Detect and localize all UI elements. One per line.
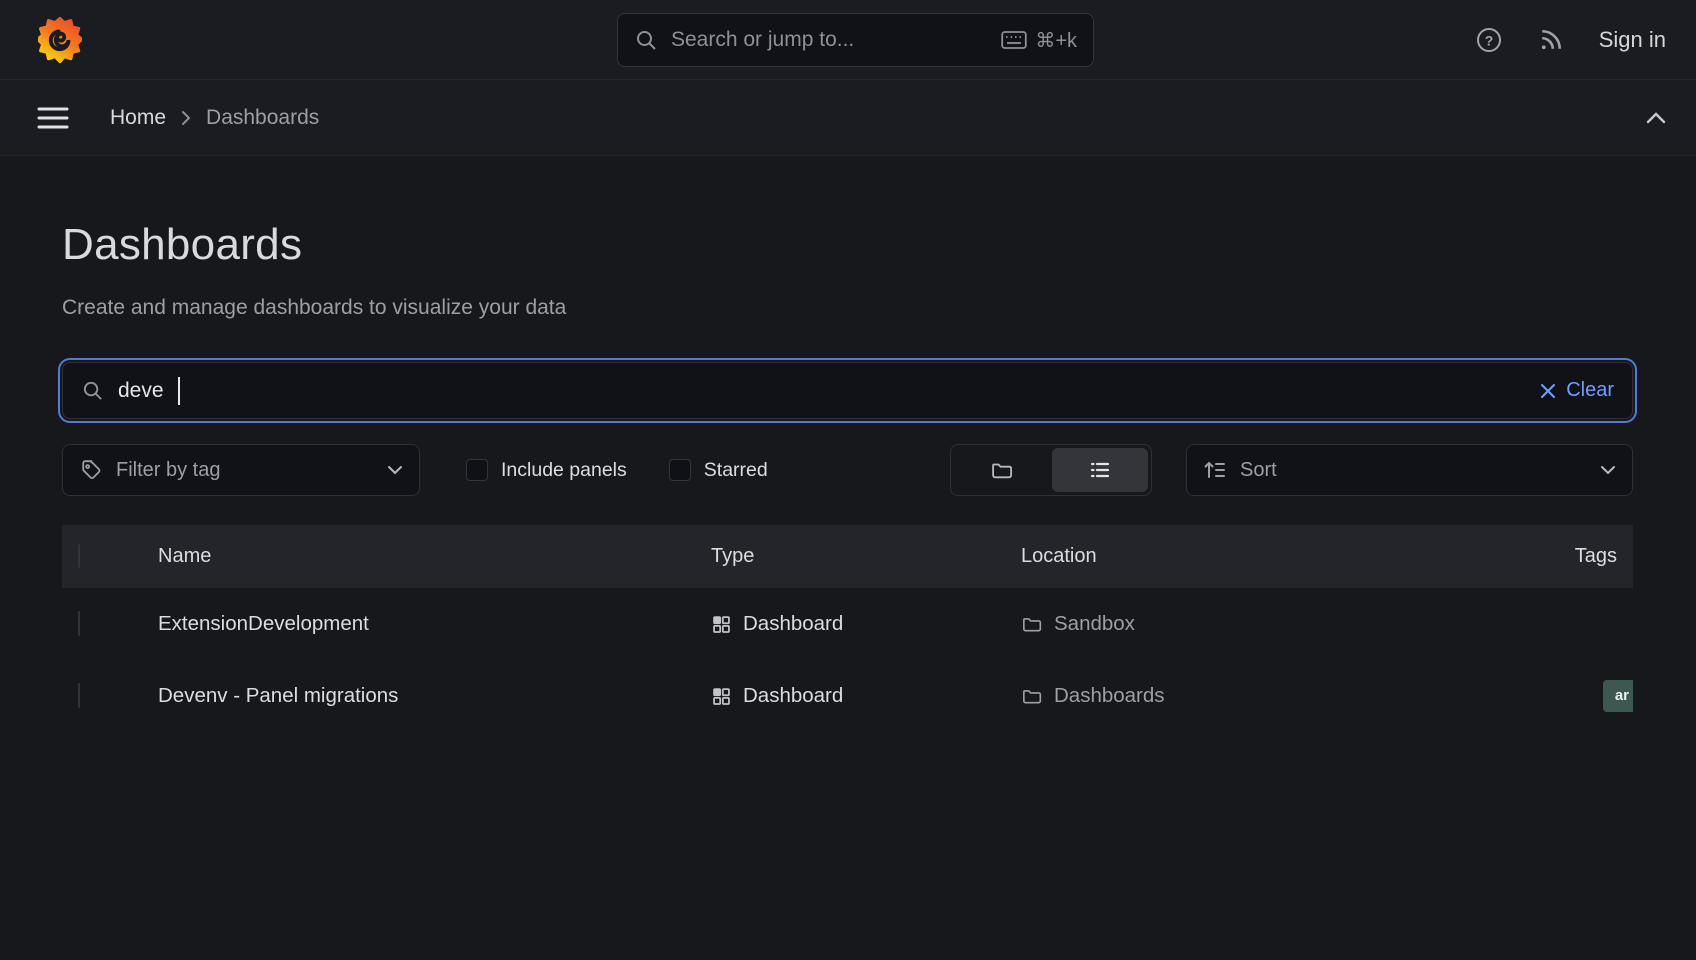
top-nav-right: ? Sign in [1475, 26, 1666, 54]
header-tags[interactable]: Tags [1575, 545, 1633, 568]
location-label: Sandbox [1054, 612, 1135, 636]
clear-label: Clear [1566, 379, 1614, 402]
chevron-down-icon [387, 465, 403, 475]
tags-cell: ar [1603, 680, 1633, 712]
breadcrumb: Home Dashboards [110, 106, 319, 130]
menu-icon[interactable] [36, 105, 70, 131]
dashboard-grid-icon [711, 686, 732, 707]
list-view-button[interactable] [1052, 448, 1148, 492]
dashboard-search-input[interactable]: deve Clear [62, 362, 1633, 419]
header-type[interactable]: Type [711, 545, 1021, 568]
search-icon [634, 28, 658, 52]
search-shortcut: ⌘+k [1001, 28, 1077, 53]
global-search-placeholder: Search or jump to... [671, 28, 988, 52]
list-icon [1088, 458, 1112, 482]
breadcrumb-home[interactable]: Home [110, 106, 166, 130]
location-link[interactable]: Dashboards [1021, 684, 1603, 708]
sign-in-button[interactable]: Sign in [1599, 27, 1666, 53]
tag-filter-label: Filter by tag [116, 459, 220, 482]
filter-by-tag-select[interactable]: Filter by tag [62, 444, 420, 496]
include-panels-checkbox[interactable] [466, 459, 488, 481]
table-row[interactable]: Devenv - Panel migrations Dashboard [62, 660, 1633, 732]
layout-toggle [950, 444, 1152, 496]
sort-label: Sort [1240, 459, 1277, 482]
row-checkbox[interactable] [78, 611, 80, 636]
chevron-down-icon [1600, 465, 1616, 475]
include-panels-checkbox-group[interactable]: Include panels [466, 459, 627, 482]
dashboard-grid-icon [711, 614, 732, 635]
starred-checkbox-group[interactable]: Starred [669, 459, 768, 482]
main-content: Dashboards Create and manage dashboards … [0, 156, 1696, 732]
dashboards-table: Name Type Location Tags ExtensionDevelop… [62, 525, 1633, 732]
search-icon [81, 379, 104, 402]
shortcut-label: ⌘+k [1035, 28, 1077, 53]
tag-badge[interactable]: ar [1603, 680, 1633, 712]
type-label: Dashboard [743, 684, 843, 708]
folder-view-button[interactable] [954, 448, 1050, 492]
tag-icon [79, 458, 103, 482]
text-cursor [178, 377, 180, 405]
folder-icon [990, 458, 1014, 482]
grafana-logo[interactable] [38, 16, 82, 64]
dashboard-name-link[interactable]: ExtensionDevelopment [158, 612, 711, 636]
news-rss-icon[interactable] [1537, 26, 1565, 54]
svg-text:?: ? [1484, 32, 1493, 48]
include-panels-label: Include panels [501, 459, 627, 482]
folder-icon [1021, 613, 1043, 635]
breadcrumb-bar: Home Dashboards [0, 80, 1696, 156]
page-subtitle: Create and manage dashboards to visualiz… [62, 296, 1633, 320]
header-location[interactable]: Location [1021, 545, 1575, 568]
dashboard-name-link[interactable]: Devenv - Panel migrations [158, 684, 711, 708]
sort-icon [1203, 458, 1227, 482]
folder-icon [1021, 685, 1043, 707]
table-row[interactable]: ExtensionDevelopment Dashboard [62, 588, 1633, 660]
select-all-checkbox[interactable] [78, 544, 80, 568]
starred-label: Starred [704, 459, 768, 482]
global-search-button[interactable]: Search or jump to... ⌘+k [617, 13, 1094, 67]
location-link[interactable]: Sandbox [1021, 612, 1633, 636]
table-header-row: Name Type Location Tags [62, 525, 1633, 588]
row-checkbox[interactable] [78, 683, 80, 708]
sort-select[interactable]: Sort [1186, 444, 1633, 496]
keyboard-icon [1001, 30, 1027, 50]
breadcrumb-current: Dashboards [206, 106, 319, 130]
help-icon[interactable]: ? [1475, 26, 1503, 54]
starred-checkbox[interactable] [669, 459, 691, 481]
top-nav: Search or jump to... ⌘+k ? [0, 0, 1696, 80]
close-icon [1540, 383, 1556, 399]
search-input-value: deve [118, 379, 164, 403]
clear-search-button[interactable]: Clear [1540, 379, 1614, 402]
filter-row: Filter by tag Include panels Starred [62, 444, 1633, 496]
chevron-up-icon[interactable] [1646, 112, 1666, 124]
chevron-right-icon [180, 110, 192, 126]
type-label: Dashboard [743, 612, 843, 636]
page-title: Dashboards [62, 220, 1633, 270]
header-name[interactable]: Name [158, 545, 711, 568]
location-label: Dashboards [1054, 684, 1165, 708]
